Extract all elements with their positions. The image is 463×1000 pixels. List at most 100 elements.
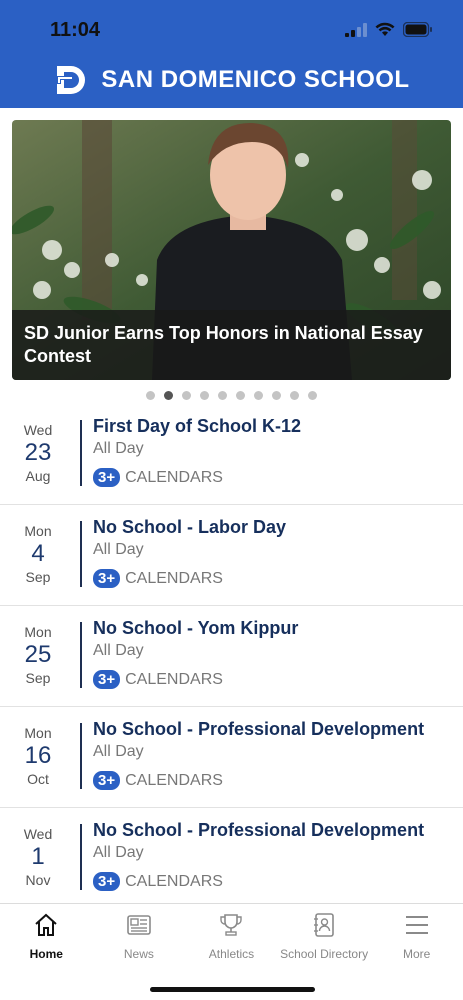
carousel-dot[interactable]: [218, 391, 227, 400]
carousel-dot[interactable]: [164, 391, 173, 400]
event-weekday: Wed: [23, 422, 53, 438]
tab-label: Home: [29, 947, 63, 961]
event-month: Sep: [25, 670, 51, 686]
calendars-label: CALENDARS: [125, 569, 223, 587]
calendars-count-badge: 3+: [93, 569, 121, 588]
event-body: No School - Labor Day All Day 3+ CALENDA…: [93, 517, 286, 588]
event-title: No School - Yom Kippur: [93, 618, 299, 638]
event-title: No School - Labor Day: [93, 517, 287, 537]
event-month: Nov: [25, 872, 51, 888]
status-icons: [345, 22, 433, 37]
event-row[interactable]: Wed 23 Aug First Day of School K-12 All …: [0, 404, 463, 505]
carousel-dot[interactable]: [290, 391, 299, 400]
hero-news-card[interactable]: SD Junior Earns Top Honors in National E…: [12, 120, 451, 380]
calendars-label: CALENDARS: [125, 872, 223, 890]
event-time: All Day: [93, 541, 144, 558]
event-time: All Day: [93, 440, 144, 457]
event-date: Wed 1 Nov: [12, 826, 64, 888]
event-row[interactable]: Mon 16 Oct No School - Professional Deve…: [0, 707, 463, 808]
battery-icon: [403, 22, 432, 37]
trophy-icon: [218, 912, 244, 943]
tab-athletics[interactable]: Athletics: [185, 904, 278, 968]
event-row[interactable]: Mon 4 Sep No School - Labor Day All Day …: [0, 505, 463, 606]
calendars-label: CALENDARS: [125, 771, 223, 789]
event-row[interactable]: Mon 25 Sep No School - Yom Kippur All Da…: [0, 606, 463, 707]
app-title: SAN DOMENICO SCHOOL: [101, 66, 410, 93]
carousel-dot[interactable]: [146, 391, 155, 400]
home-indicator: [150, 987, 315, 992]
event-weekday: Mon: [24, 523, 52, 539]
hero-caption-text: SD Junior Earns Top Honors in National E…: [24, 323, 423, 366]
hero-caption: SD Junior Earns Top Honors in National E…: [12, 310, 451, 380]
event-date: Mon 16 Oct: [12, 725, 64, 787]
tab-label: More: [403, 947, 431, 961]
event-calendars[interactable]: 3+ CALENDARS: [93, 468, 301, 487]
event-day: 1: [31, 843, 45, 870]
event-day: 4: [31, 540, 45, 567]
signal-icon: [345, 22, 367, 37]
event-date: Mon 25 Sep: [12, 624, 64, 686]
event-body: No School - Yom Kippur All Day 3+ CALEND…: [93, 618, 298, 689]
directory-icon: [311, 912, 337, 943]
calendars-count-badge: 3+: [93, 670, 121, 689]
event-calendars[interactable]: 3+ CALENDARS: [93, 872, 424, 891]
event-time: All Day: [93, 844, 144, 861]
tab-home[interactable]: Home: [0, 904, 93, 968]
calendars-count-badge: 3+: [93, 468, 121, 487]
home-icon: [33, 912, 59, 943]
carousel-dot[interactable]: [236, 391, 245, 400]
tab-more[interactable]: More: [370, 904, 463, 968]
event-body: First Day of School K-12 All Day 3+ CALE…: [93, 416, 301, 487]
event-time: All Day: [93, 642, 144, 659]
event-month: Oct: [27, 771, 49, 787]
calendars-label: CALENDARS: [125, 670, 223, 688]
event-body: No School - Professional Development All…: [93, 719, 424, 790]
calendars-label: CALENDARS: [125, 468, 223, 486]
event-body: No School - Professional Development All…: [93, 820, 424, 891]
status-bar: 11:04: [0, 0, 463, 58]
carousel-dot[interactable]: [272, 391, 281, 400]
event-weekday: Mon: [24, 725, 52, 741]
event-title: No School - Professional Development: [93, 820, 425, 840]
carousel-dot[interactable]: [200, 391, 209, 400]
event-divider: [80, 723, 82, 789]
tab-school-directory[interactable]: School Directory: [278, 904, 371, 968]
carousel-dot[interactable]: [182, 391, 191, 400]
school-logo-icon: [55, 66, 86, 94]
event-day: 16: [24, 742, 52, 769]
event-title: First Day of School K-12: [93, 416, 302, 436]
news-icon: [126, 912, 152, 943]
event-date: Wed 23 Aug: [12, 422, 64, 484]
event-weekday: Wed: [23, 826, 53, 842]
event-date: Mon 4 Sep: [12, 523, 64, 585]
events-list: Wed 23 Aug First Day of School K-12 All …: [0, 404, 463, 909]
tab-label: School Directory: [280, 947, 369, 961]
status-time: 11:04: [50, 19, 101, 41]
app-header: SAN DOMENICO SCHOOL: [0, 58, 463, 108]
event-divider: [80, 420, 82, 486]
event-calendars[interactable]: 3+ CALENDARS: [93, 670, 298, 689]
carousel-indicator[interactable]: [0, 391, 463, 400]
event-divider: [80, 521, 82, 587]
event-day: 25: [24, 641, 52, 668]
event-calendars[interactable]: 3+ CALENDARS: [93, 771, 424, 790]
event-row[interactable]: Wed 1 Nov No School - Professional Devel…: [0, 808, 463, 909]
calendars-count-badge: 3+: [93, 771, 121, 790]
tab-bar: Home News Athletics School Directory Mor…: [0, 903, 463, 1000]
event-divider: [80, 622, 82, 688]
tab-label: News: [123, 947, 154, 961]
event-day: 23: [24, 439, 52, 466]
event-month: Aug: [25, 468, 51, 484]
carousel-dot[interactable]: [254, 391, 263, 400]
event-divider: [80, 824, 82, 890]
tab-label: Athletics: [208, 947, 255, 961]
event-weekday: Mon: [24, 624, 52, 640]
menu-icon: [404, 912, 430, 943]
wifi-icon: [375, 22, 395, 36]
tab-news[interactable]: News: [93, 904, 186, 968]
carousel-dot[interactable]: [308, 391, 317, 400]
calendars-count-badge: 3+: [93, 872, 121, 891]
event-title: No School - Professional Development: [93, 719, 425, 739]
event-month: Sep: [25, 569, 51, 585]
event-calendars[interactable]: 3+ CALENDARS: [93, 569, 286, 588]
